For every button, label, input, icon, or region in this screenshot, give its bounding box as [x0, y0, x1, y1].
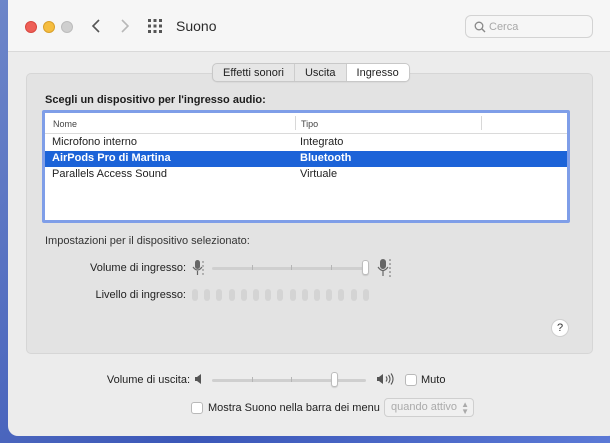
column-divider	[295, 116, 296, 130]
level-segment	[289, 289, 296, 301]
column-divider	[481, 116, 482, 130]
speaker-high-icon	[377, 373, 394, 385]
sound-preferences-window: Suono Effetti sonori Uscita Ingresso Sce…	[8, 0, 610, 436]
slider-tick	[252, 377, 253, 382]
tab-bar: Effetti sonori Uscita Ingresso	[212, 63, 410, 82]
close-button[interactable]	[25, 21, 37, 33]
microphone-low-icon	[192, 260, 204, 275]
show-in-menu-bar-checkbox[interactable]	[191, 402, 203, 414]
input-level-label: Livello di ingresso:	[95, 289, 187, 301]
search-icon	[474, 21, 486, 33]
device-name: Parallels Access Sound	[52, 168, 167, 180]
level-segment	[253, 289, 259, 301]
level-segment	[265, 289, 272, 301]
menu-bar-visibility-value: quando attivo	[391, 401, 458, 413]
show-all-button[interactable]	[147, 18, 163, 34]
show-in-menu-bar-label: Mostra Suono nella barra dei menu	[208, 402, 380, 414]
device-type: Bluetooth	[300, 152, 352, 164]
back-button[interactable]	[86, 16, 106, 36]
chevron-right-icon	[121, 19, 130, 33]
input-device-heading: Scegli un dispositivo per l'ingresso aud…	[45, 94, 266, 106]
chevron-left-icon	[91, 19, 100, 33]
level-segment	[314, 289, 320, 301]
search-field[interactable]	[465, 15, 593, 38]
table-header: Nome Tipo	[45, 113, 567, 134]
level-segment	[277, 289, 284, 301]
microphone-high-icon	[377, 259, 391, 277]
mute-label: Muto	[421, 374, 446, 386]
input-volume-knob[interactable]	[362, 260, 369, 275]
tab-input[interactable]: Ingresso	[346, 64, 409, 81]
selected-device-settings-heading: Impostazioni per il dispositivo selezion…	[45, 235, 250, 247]
input-volume-label: Volume di ingresso:	[90, 262, 186, 274]
level-segment	[204, 289, 211, 301]
help-button[interactable]: ?	[551, 319, 569, 337]
tab-sound-effects[interactable]: Effetti sonori	[213, 64, 295, 81]
title-bar: Suono	[8, 0, 610, 52]
level-segment	[228, 289, 235, 301]
chevron-up-down-icon: ▲ ▼	[461, 400, 469, 416]
speaker-low-icon	[195, 374, 201, 384]
level-segment	[192, 289, 198, 301]
level-segment	[350, 289, 357, 301]
device-name: AirPods Pro di Martina	[52, 152, 171, 164]
slider-tick	[331, 265, 332, 270]
tab-output[interactable]: Uscita	[295, 64, 347, 81]
minimize-button[interactable]	[43, 21, 55, 33]
table-row-selected[interactable]: AirPods Pro di Martina Bluetooth	[45, 151, 567, 167]
level-segment	[362, 289, 369, 301]
input-device-table[interactable]: Nome Tipo Microfono interno Integrato Ai…	[42, 110, 570, 223]
input-volume-slider[interactable]	[212, 267, 366, 270]
column-header-type[interactable]: Tipo	[301, 119, 318, 129]
slider-tick	[291, 265, 292, 270]
table-row[interactable]: Parallels Access Sound Virtuale	[45, 167, 567, 183]
zoom-button[interactable]	[61, 21, 73, 33]
table-row[interactable]: Microfono interno Integrato	[45, 135, 567, 151]
search-input[interactable]	[489, 19, 589, 35]
device-name: Microfono interno	[52, 136, 137, 148]
column-header-name[interactable]: Nome	[53, 119, 77, 129]
forward-button[interactable]	[115, 16, 135, 36]
level-segment	[240, 289, 247, 301]
menu-bar-visibility-select[interactable]: quando attivo ▲ ▼	[384, 398, 474, 417]
window-title: Suono	[176, 18, 217, 34]
mute-checkbox[interactable]	[405, 374, 417, 386]
level-segment	[338, 289, 345, 301]
device-type: Virtuale	[300, 168, 338, 180]
level-segment	[216, 289, 223, 301]
device-type: Integrato	[300, 136, 344, 148]
output-volume-knob[interactable]	[331, 372, 339, 387]
grid-icon	[148, 19, 162, 33]
output-volume-slider[interactable]	[212, 379, 366, 382]
output-volume-label: Volume di uscita:	[106, 374, 190, 386]
level-segment	[326, 289, 333, 301]
slider-tick	[291, 377, 292, 382]
slider-tick	[252, 265, 253, 270]
level-segment	[301, 289, 308, 301]
